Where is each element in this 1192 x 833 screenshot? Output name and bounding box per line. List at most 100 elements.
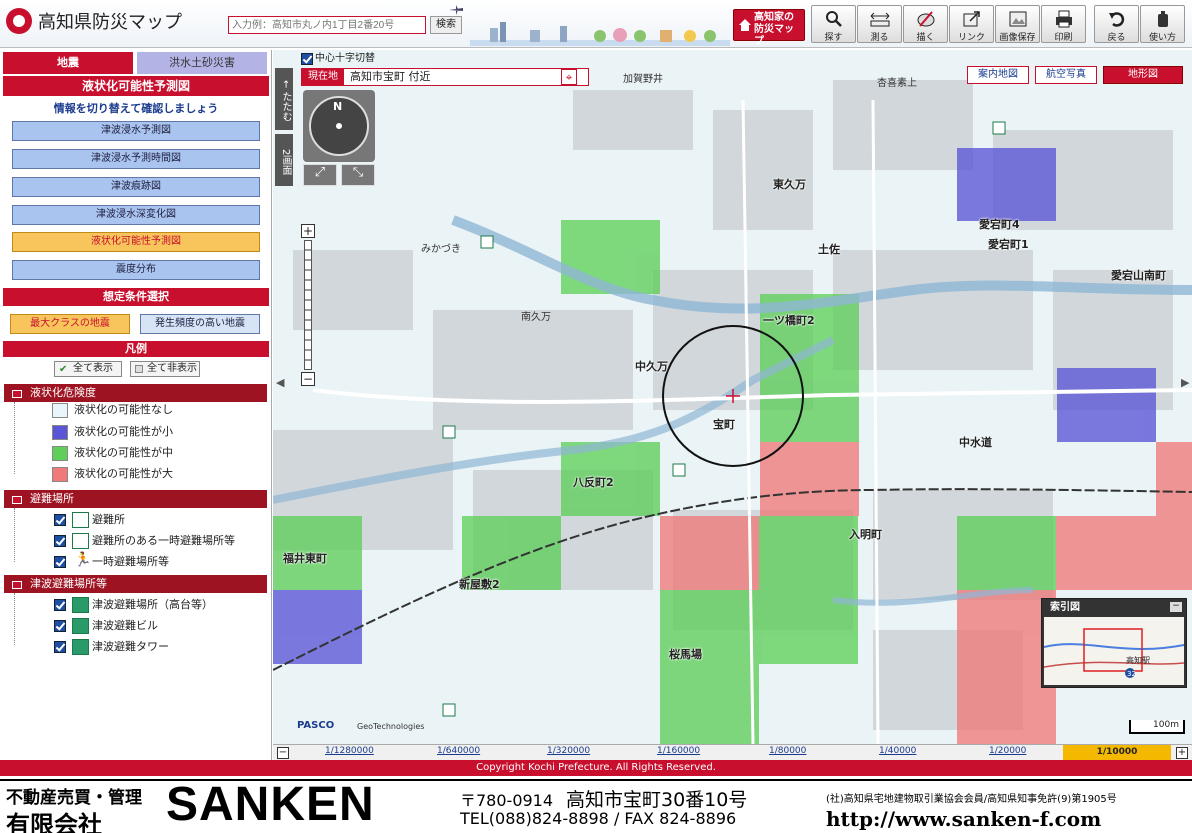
zoom-slider[interactable] xyxy=(304,240,312,370)
swatch-high xyxy=(52,467,68,482)
menu-tsunami-inundation[interactable]: 津波浸水予測図 xyxy=(12,121,260,141)
menu-tsunami-trace[interactable]: 津波痕跡図 xyxy=(12,177,260,197)
layer-guide-map-button[interactable]: 案内地図 xyxy=(967,66,1029,84)
tool-help-button[interactable]: 使い方 xyxy=(1140,5,1185,43)
place-name: 中水道 xyxy=(959,436,992,449)
place-name: 東久万 xyxy=(773,178,806,191)
index-map-collapse-button[interactable]: − xyxy=(1170,602,1182,612)
zoom-out-button[interactable]: − xyxy=(301,372,315,386)
tree-line xyxy=(14,593,15,645)
index-map[interactable]: 索引図 − 高知駅 32 xyxy=(1041,598,1187,688)
current-location-label: 現在地 xyxy=(302,69,344,85)
index-map-label-station: 高知駅 xyxy=(1126,656,1150,665)
app-root: 高知県防災マップ 検索 高知家の 防災マップ 探す 測る 描く xyxy=(0,0,1192,833)
crosshair-checkbox[interactable] xyxy=(301,53,313,65)
place-name: 杏喜素上 xyxy=(877,78,917,89)
tool-draw-button[interactable]: 描く xyxy=(903,5,948,43)
map-view[interactable]: 加賀野井 杏喜素上 東久万 土佐 愛宕町1 愛宕山南町 みかづき 南久万 中久万… xyxy=(273,50,1192,744)
scale-zoom-in-button[interactable]: + xyxy=(1176,747,1188,759)
tool-print-label: 印刷 xyxy=(1054,33,1073,43)
scenario-max-button[interactable]: 最大クラスの地震 xyxy=(10,314,130,334)
scale-option[interactable]: 1/40000 xyxy=(879,746,916,756)
menu-seismic-intensity[interactable]: 震度分布 xyxy=(12,260,260,280)
kochi-button-line1: 高知家の xyxy=(754,12,794,23)
show-all-label: 全て表示 xyxy=(73,363,113,374)
temp-evac-checkbox[interactable] xyxy=(54,556,66,568)
zoom-box-out-button[interactable]: ⤡ xyxy=(341,164,375,186)
scenario-frequent-button[interactable]: 発生頻度の高い地震 xyxy=(140,314,260,334)
tool-image-save-button[interactable]: 画像保存 xyxy=(995,5,1040,43)
shelter-checkbox[interactable] xyxy=(54,514,66,526)
tool-print-button[interactable]: 印刷 xyxy=(1041,5,1086,43)
tool-link-label: リンク xyxy=(957,33,985,43)
ad-tel: TEL(088)824-8898 / FAX 824-8896 xyxy=(460,809,737,828)
legend-section-liquefaction[interactable]: 液状化危険度 xyxy=(4,384,267,402)
running-person-icon: 🏃 xyxy=(74,552,92,568)
legend-section-tsunami-shelters[interactable]: 津波避難場所等 xyxy=(4,575,267,593)
address-search-input[interactable] xyxy=(228,16,426,34)
kochi-logo-icon xyxy=(6,8,32,34)
zoom-in-button[interactable]: + xyxy=(301,224,315,238)
pan-center-dot xyxy=(336,123,342,129)
collapse-panel-button[interactable]: ← たたむ xyxy=(275,68,293,130)
menu-tsunami-inundation-time[interactable]: 津波浸水予測時間図 xyxy=(12,149,260,169)
hide-all-button[interactable]: 全て非表示 xyxy=(130,361,200,377)
collapse-arrow-icon: ← xyxy=(280,80,291,89)
tsunami-highground-checkbox[interactable] xyxy=(54,599,66,611)
place-name: 愛宕山南町 xyxy=(1111,269,1166,282)
pan-compass[interactable]: N xyxy=(309,96,369,156)
switch-hint: 情報を切り替えて確認しましょう xyxy=(53,102,219,115)
right-pan-arrow[interactable]: ▶ xyxy=(1181,376,1189,389)
tool-link-button[interactable]: リンク xyxy=(949,5,994,43)
menu-liquefaction[interactable]: 液状化可能性予測図 xyxy=(12,232,260,252)
ad-url[interactable]: http://www.sanken-f.com xyxy=(826,807,1101,831)
kochi-bousai-map-button[interactable]: 高知家の 防災マップ xyxy=(733,9,805,47)
scale-label: 100m xyxy=(1153,720,1179,730)
uncheck-box-icon xyxy=(135,365,143,373)
app-logo[interactable]: 高知県防災マップ xyxy=(6,8,182,34)
scale-option[interactable]: 1/80000 xyxy=(769,746,806,756)
locate-me-button[interactable]: ⌖ xyxy=(561,69,577,85)
tab-flood-landslide[interactable]: 洪水土砂災害 xyxy=(137,52,267,74)
legend-title: 凡例 xyxy=(3,341,269,357)
layer-topographic-button[interactable]: 地形図 xyxy=(1103,66,1183,84)
scale-option[interactable]: 1/1280000 xyxy=(325,746,374,756)
scale-option[interactable]: 1/20000 xyxy=(989,746,1026,756)
tab-earthquake[interactable]: 地震 xyxy=(3,52,133,74)
tool-search-button[interactable]: 探す xyxy=(811,5,856,43)
scale-indicator: 100m xyxy=(1129,720,1185,734)
place-name: 宝町 xyxy=(713,418,735,431)
pan-control[interactable]: N xyxy=(303,90,375,162)
legend-liq-none: 液状化の可能性なし xyxy=(74,403,173,416)
tsunami-tower-checkbox[interactable] xyxy=(54,641,66,653)
split-view-button[interactable]: 2画面 xyxy=(275,134,293,186)
scale-option[interactable]: 1/160000 xyxy=(657,746,700,756)
index-map-view[interactable] xyxy=(1044,617,1184,685)
crosshair-toggle[interactable]: 中心十字切替 xyxy=(301,52,375,66)
legend-section-shelters[interactable]: 避難場所 xyxy=(4,490,267,508)
scale-option[interactable]: 1/320000 xyxy=(547,746,590,756)
left-pan-arrow[interactable]: ◀ xyxy=(276,376,284,389)
tool-measure-button[interactable]: 測る xyxy=(857,5,902,43)
ad-assoc: (社)高知県宅地建物取引業協会会員/高知県知事免許(9)第1905号 xyxy=(826,794,1117,805)
place-name: 一ツ橋町2 xyxy=(763,314,815,327)
place-name: 中久万 xyxy=(635,360,668,373)
search-button[interactable]: 検索 xyxy=(430,16,462,34)
layer-aerial-photo-button[interactable]: 航空写真 xyxy=(1035,66,1097,84)
scale-option-active[interactable]: 1/10000 xyxy=(1063,745,1171,760)
current-location-value: 高知市宝町 付近 xyxy=(350,70,431,83)
menu-tsunami-depth-change[interactable]: 津波浸水深変化図 xyxy=(12,205,260,225)
printer-icon xyxy=(1056,10,1072,28)
sanken-ad-banner[interactable]: 不動産売買・管理 有限会社 SANKEN 〒780-0914 高知市宝町30番1… xyxy=(0,778,1192,833)
tsunami-building-checkbox[interactable] xyxy=(54,620,66,632)
place-name: 桜馬場 xyxy=(669,648,702,661)
swatch-none xyxy=(52,403,68,418)
attribution-pasco: PASCO xyxy=(297,720,335,731)
scale-zoom-out-button[interactable]: − xyxy=(277,747,289,759)
temp-shelter-with-shelter-checkbox[interactable] xyxy=(54,535,66,547)
show-all-button[interactable]: ✔ 全て表示 xyxy=(54,361,122,377)
zoom-box-button[interactable]: ⤢ xyxy=(303,164,337,186)
scale-option[interactable]: 1/640000 xyxy=(437,746,480,756)
legend-temp-evac: 一時避難場所等 xyxy=(92,555,169,568)
tool-back-button[interactable]: 戻る xyxy=(1094,5,1139,43)
